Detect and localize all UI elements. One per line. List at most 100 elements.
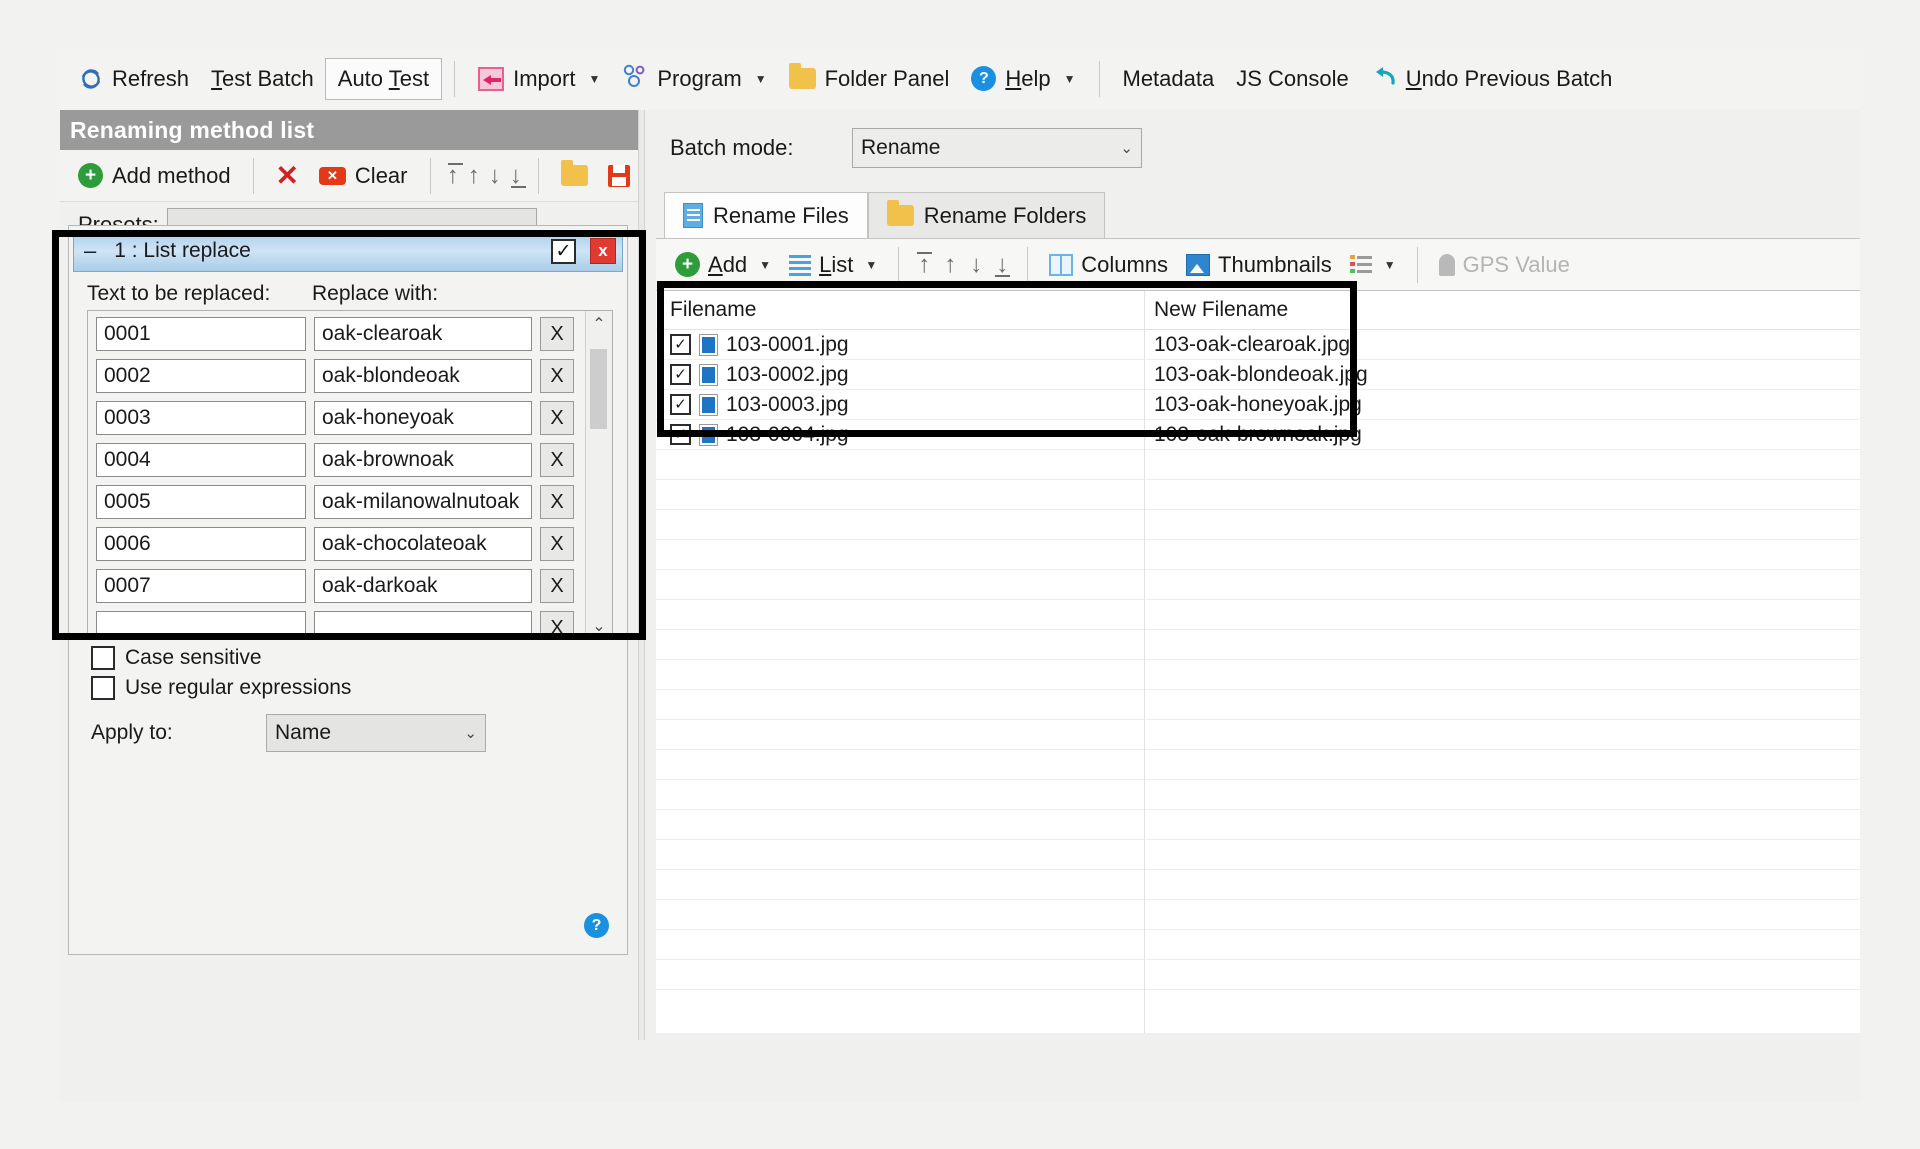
replace-input[interactable] (314, 611, 532, 640)
replace-rows-scrollbar[interactable]: ⌃ ⌄ (585, 311, 612, 639)
replace-input[interactable]: oak-brownoak (314, 443, 532, 477)
test-batch-button[interactable]: Test Batch (200, 58, 325, 100)
move-up-icon[interactable]: ↑ (463, 162, 484, 190)
refresh-button[interactable]: Refresh (68, 58, 200, 100)
panel-splitter[interactable] (638, 110, 645, 1040)
replace-row: X (96, 611, 586, 640)
column-separator[interactable] (1144, 291, 1145, 1033)
find-input[interactable] (96, 611, 306, 640)
chevron-down-icon[interactable]: ▼ (588, 73, 600, 85)
apply-to-combo[interactable]: Name ⌄ (266, 714, 486, 752)
chevron-down-icon[interactable]: ▼ (1064, 73, 1076, 85)
plus-icon: + (78, 163, 103, 188)
image-file-icon (699, 424, 718, 446)
new-file-name: 103-oak-honeyoak.jpg (1144, 393, 1614, 417)
save-preset-button[interactable] (598, 161, 640, 191)
table-row[interactable]: ✓ 103-0002.jpg 103-oak-blondeoak.jpg (656, 360, 1860, 390)
collapse-icon[interactable]: – (80, 240, 100, 262)
replace-input[interactable]: oak-darkoak (314, 569, 532, 603)
replace-row: 0002 oak-blondeoak X (96, 359, 586, 393)
find-input[interactable]: 0005 (96, 485, 306, 519)
case-sensitive-option[interactable]: Case sensitive (69, 640, 627, 670)
file-checkbox[interactable]: ✓ (670, 364, 691, 385)
replace-input[interactable]: oak-blondeoak (314, 359, 532, 393)
case-sensitive-checkbox[interactable] (91, 646, 115, 670)
move-to-bottom-icon[interactable]: ↓ (505, 162, 526, 190)
column-header-new-filename[interactable]: New Filename (1144, 298, 1614, 322)
remove-row-button[interactable]: X (540, 569, 574, 603)
move-file-bottom-icon[interactable]: ↓ (989, 251, 1015, 279)
replace-input[interactable]: oak-honeyoak (314, 401, 532, 435)
chevron-down-icon[interactable]: ▼ (865, 259, 877, 271)
undo-previous-batch-button[interactable]: Undo Previous Batch (1360, 58, 1624, 100)
open-preset-button[interactable] (551, 161, 598, 190)
move-file-up-icon[interactable]: ↑ (937, 251, 963, 279)
remove-row-button[interactable]: X (540, 443, 574, 477)
remove-row-button[interactable]: X (540, 485, 574, 519)
move-file-down-icon[interactable]: ↓ (963, 251, 989, 279)
remove-row-button[interactable]: X (540, 359, 574, 393)
thumbnails-button[interactable]: Thumbnails (1177, 248, 1341, 282)
find-input[interactable]: 0004 (96, 443, 306, 477)
batch-mode-combo[interactable]: Rename ⌄ (852, 128, 1142, 168)
move-file-top-icon[interactable]: ↑ (911, 251, 937, 279)
remove-row-button[interactable]: X (540, 317, 574, 351)
method-enabled-checkbox[interactable]: ✓ (551, 239, 576, 264)
clear-methods-button[interactable]: ✕ Clear (309, 159, 418, 193)
auto-test-button[interactable]: Auto Test (325, 58, 442, 100)
find-input[interactable]: 0007 (96, 569, 306, 603)
new-file-name: 103-oak-brownoak.jpg (1144, 423, 1614, 447)
chevron-down-icon[interactable]: ▼ (755, 73, 767, 85)
find-input[interactable]: 0006 (96, 527, 306, 561)
table-row[interactable]: ✓ 103-0004.jpg 103-oak-brownoak.jpg (656, 420, 1860, 450)
scroll-down-icon[interactable]: ⌄ (586, 613, 612, 639)
table-row[interactable]: ✓ 103-0001.jpg 103-oak-clearoak.jpg (656, 330, 1860, 360)
chevron-down-icon[interactable]: ▼ (1384, 259, 1396, 271)
scrollbar-track[interactable] (586, 337, 612, 613)
import-button[interactable]: Import ▼ (467, 58, 611, 100)
close-method-button[interactable]: x (590, 238, 616, 264)
use-regex-checkbox[interactable] (91, 676, 115, 700)
replace-input[interactable]: oak-clearoak (314, 317, 532, 351)
columns-button[interactable]: Columns (1040, 248, 1177, 282)
chevron-down-icon[interactable]: ▼ (759, 259, 771, 271)
list-button[interactable]: List ▼ (780, 248, 886, 282)
remove-row-button[interactable]: X (540, 611, 574, 640)
program-button[interactable]: Program ▼ (611, 58, 777, 100)
replace-input[interactable]: oak-milanowalnutoak (314, 485, 532, 519)
column-header-filename[interactable]: Filename (656, 298, 1144, 322)
remove-row-button[interactable]: X (540, 527, 574, 561)
delete-method-button[interactable]: ✕ (265, 158, 308, 194)
find-input[interactable]: 0001 (96, 317, 306, 351)
file-checkbox[interactable]: ✓ (670, 424, 691, 445)
thumbnails-label: Thumbnails (1218, 252, 1332, 278)
tab-rename-files[interactable]: Rename Files (664, 192, 868, 238)
table-row[interactable]: ✓ 103-0003.jpg 103-oak-honeyoak.jpg (656, 390, 1860, 420)
help-button[interactable]: ? Help ▼ (960, 58, 1086, 100)
file-checkbox[interactable]: ✓ (670, 334, 691, 355)
find-input[interactable]: 0002 (96, 359, 306, 393)
js-console-button[interactable]: JS Console (1225, 58, 1360, 100)
folder-panel-button[interactable]: Folder Panel (778, 58, 961, 100)
file-list-header: Filename New Filename (656, 291, 1860, 330)
method-help-icon[interactable]: ? (584, 913, 609, 938)
find-input[interactable]: 0003 (96, 401, 306, 435)
add-method-button[interactable]: + Add method (68, 159, 241, 193)
list-options-button[interactable]: ▼ (1341, 251, 1405, 279)
move-to-top-icon[interactable]: ↑ (442, 162, 463, 190)
remove-row-button[interactable]: X (540, 401, 574, 435)
replace-input[interactable]: oak-chocolateoak (314, 527, 532, 561)
empty-row (656, 660, 1860, 690)
scrollbar-thumb[interactable] (590, 349, 607, 429)
add-files-button[interactable]: + Add ▼ (666, 248, 780, 282)
scroll-up-icon[interactable]: ⌃ (586, 311, 612, 337)
file-checkbox[interactable]: ✓ (670, 394, 691, 415)
tab-rename-folders[interactable]: Rename Folders (868, 192, 1106, 238)
metadata-button[interactable]: Metadata (1112, 58, 1226, 100)
image-file-icon (699, 394, 718, 416)
add-files-label: Add (708, 252, 747, 278)
move-down-icon[interactable]: ↓ (484, 162, 505, 190)
method-card-header[interactable]: – 1 : List replace ✓ x (73, 230, 623, 272)
gps-value-button[interactable]: GPS Value (1430, 248, 1579, 282)
use-regex-option[interactable]: Use regular expressions (69, 670, 627, 700)
